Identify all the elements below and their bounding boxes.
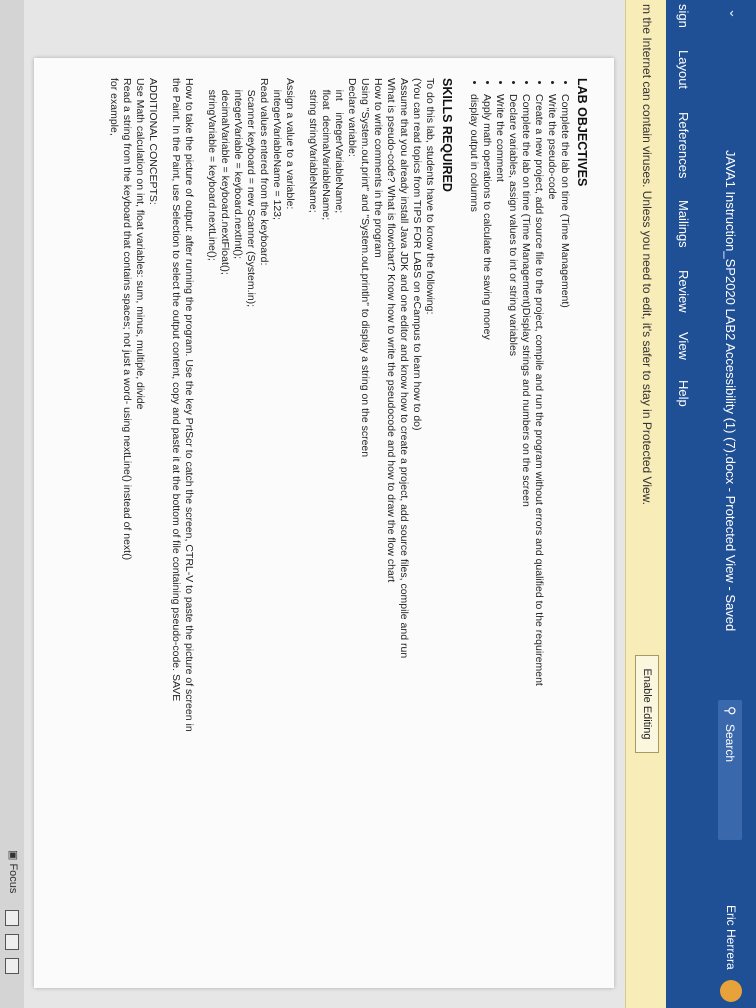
protected-view-message: m the Internet can contain viruses. Unle… [640,4,654,505]
tab-mailings[interactable]: Mailings [676,200,691,248]
objectives-heading: LAB OBJECTIVES [575,78,589,187]
list-item: Apply math operations to calculate the s… [480,94,493,738]
list-item: Declare variables, assign values to int … [506,94,519,738]
search-icon: ⚲ [723,706,738,716]
list-item: Create a new project, add source file to… [532,94,545,738]
objectives-list: Complete the lab on time (Time Managemen… [467,78,571,738]
search-label: Search [723,724,737,763]
document-title: JAVA1 Instruction_SP2020 LAB2 Accessibil… [723,150,738,632]
enable-editing-button[interactable]: Enable Editing [635,655,659,753]
list-item: Complete the lab on time (Time Managemen… [519,94,532,738]
tab-design[interactable]: sign [676,4,691,28]
list-item: Complete the lab on time (Time Managemen… [558,94,571,738]
avatar[interactable] [720,980,742,1002]
user-name[interactable]: Eric Herrera [724,905,738,970]
document-page[interactable]: LAB OBJECTIVES Complete the lab on time … [34,58,614,988]
quick-access-chevron-icon[interactable]: ⌄ [726,8,742,19]
tab-help[interactable]: Help [676,380,691,407]
list-item: Write the pseudo-code [545,94,558,738]
protected-view-bar: m the Internet can contain viruses. Unle… [625,0,666,1008]
tab-view[interactable]: View [676,332,691,360]
tab-layout[interactable]: Layout [676,50,691,89]
focus-label: Focus [7,863,19,894]
print-layout-icon[interactable] [5,934,19,950]
ribbon-tabs: sign Layout References Mailings Review V… [666,0,700,1008]
skills-paragraph: To do this lab, students have to know th… [307,78,436,659]
skills-heading: SKILLS REQUIRED [440,78,454,192]
focus-button[interactable]: ▣ Focus [7,850,20,893]
additional-paragraph: ADDITIONAL CONCEPTS: Use Math calculatio… [108,78,159,561]
search-box[interactable]: ⚲ Search [718,700,742,840]
list-item: display output in columns [467,94,480,738]
document-content: LAB OBJECTIVES Complete the lab on time … [107,78,589,738]
read-mode-icon[interactable] [5,910,19,926]
status-bar: ▣ Focus [0,0,24,1008]
list-item: Write the comment [493,94,506,738]
word-window: ⌄ JAVA1 Instruction_SP2020 LAB2 Accessib… [0,0,756,1008]
assign-paragraph: Assign a value to a variable: integerVar… [206,78,296,308]
tab-references[interactable]: References [676,112,691,178]
title-bar: ⌄ JAVA1 Instruction_SP2020 LAB2 Accessib… [700,0,756,1008]
output-paragraph: How to take the picture of output: after… [170,78,195,735]
web-layout-icon[interactable] [5,958,19,974]
tab-review[interactable]: Review [676,270,691,313]
